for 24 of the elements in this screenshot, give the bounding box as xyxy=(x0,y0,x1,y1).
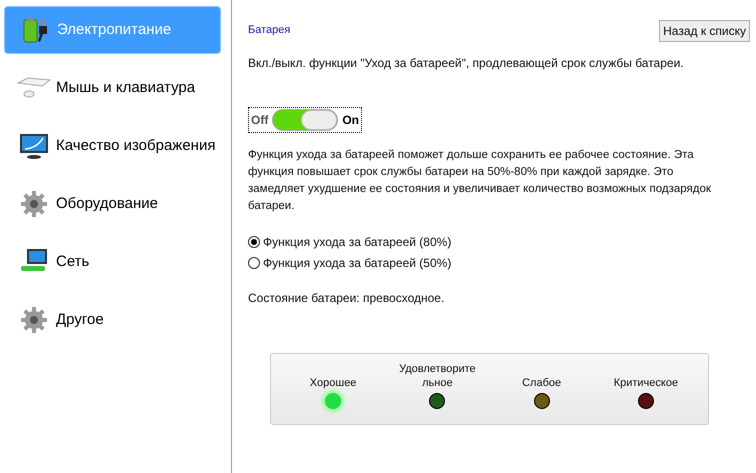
keyboard-mouse-icon xyxy=(16,77,52,99)
indicator-label: Хорошее xyxy=(308,376,358,390)
sidebar-item[interactable]: Оборудование xyxy=(4,180,227,228)
radio-option[interactable]: Функция ухода за батареей (80%) xyxy=(248,233,750,251)
indicator-label: Удовлетворительное xyxy=(398,362,477,390)
gear-icon xyxy=(20,306,48,334)
sidebar-item[interactable]: Качество изображения xyxy=(4,122,227,170)
sidebar-item[interactable]: Другое xyxy=(4,296,227,344)
sidebar-item[interactable]: Мышь и клавиатура xyxy=(4,64,227,112)
status-text: Состояние батареи: превосходное. xyxy=(248,290,446,307)
monitor-icon xyxy=(19,132,49,160)
sidebar-item[interactable]: Сеть xyxy=(4,238,227,286)
on-label: On xyxy=(342,112,359,129)
toggle-switch[interactable] xyxy=(272,109,338,131)
indicator-label: Критическое xyxy=(612,376,680,390)
info-text: Функция ухода за батареей поможет дольше сохранить ее рабочее состояние. Эта функция повышает срок службы батареи на 50%-80% при каждой зарядке. Это замедляет ухудшение ее состояния и увеличивает количество возможных подзарядок батареи. xyxy=(248,148,712,214)
battery-plug-icon xyxy=(21,16,49,44)
off-label: Off xyxy=(251,112,268,129)
radio-option[interactable]: Функция ухода за батареей (50%) xyxy=(248,254,750,272)
section-title: Батарея xyxy=(248,23,290,38)
indicator-label: Слабое xyxy=(521,376,562,390)
description-text: Вкл./выкл. функции "Уход за батареей", продлевающей срок службы батареи. xyxy=(248,55,685,72)
back-button[interactable]: Назад к списку xyxy=(659,20,750,42)
gear-icon xyxy=(20,190,48,218)
